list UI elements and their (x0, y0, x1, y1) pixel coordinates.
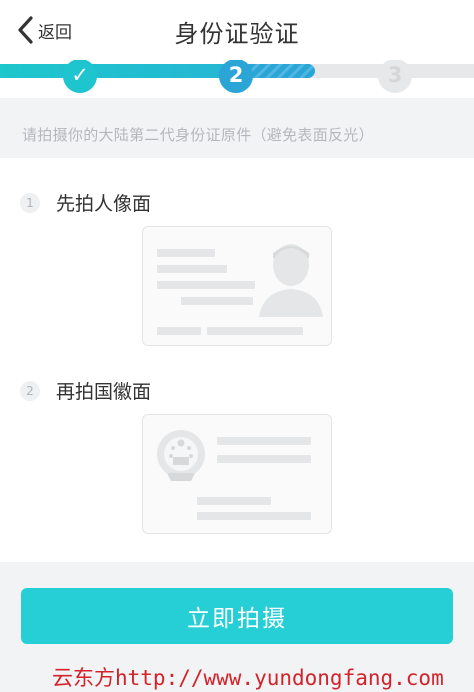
step-2-label: 2 (228, 63, 244, 87)
section-portrait: 1 先拍人像面 (20, 189, 151, 216)
placeholder-line (217, 437, 311, 445)
section-number-2: 2 (20, 380, 40, 401)
placeholder-line (157, 249, 215, 257)
id-card-back-illustration[interactable] (142, 414, 332, 534)
section-number-1: 1 (20, 192, 40, 213)
watermark-brand: 云东方 (52, 666, 115, 690)
placeholder-line (197, 497, 271, 505)
watermark-url: http://www.yundongfang.com (115, 666, 444, 690)
placeholder-line (197, 512, 311, 520)
id-card-front-illustration[interactable] (142, 226, 332, 346)
section-label-emblem: 再拍国徽面 (56, 381, 152, 403)
progress-done-segment (0, 64, 236, 78)
watermark: 云东方http://www.yundongfang.com (52, 662, 444, 692)
person-portrait-icon (257, 239, 325, 321)
section-emblem: 2 再拍国徽面 (20, 377, 151, 404)
national-emblem-icon (153, 427, 209, 489)
hint-text: 请拍摄你的大陆第二代身份证原件（避免表面反光） (22, 126, 374, 144)
placeholder-line (157, 327, 201, 335)
take-photo-button[interactable]: 立即拍摄 (21, 588, 453, 644)
nav-header: 返回 身份证验证 (0, 0, 474, 60)
placeholder-line (181, 297, 253, 305)
step-progress: ✓ 2 3 (0, 60, 474, 98)
section-label-portrait: 先拍人像面 (56, 193, 152, 215)
placeholder-line (207, 327, 303, 335)
placeholder-line (157, 265, 227, 273)
step-3-label: 3 (387, 63, 403, 87)
placeholder-line (157, 281, 255, 289)
page-title: 身份证验证 (174, 20, 300, 48)
step-1-label: ✓ (71, 63, 89, 87)
hint-banner: 请拍摄你的大陆第二代身份证原件（避免表面反光） (0, 98, 474, 158)
placeholder-line (217, 455, 311, 463)
